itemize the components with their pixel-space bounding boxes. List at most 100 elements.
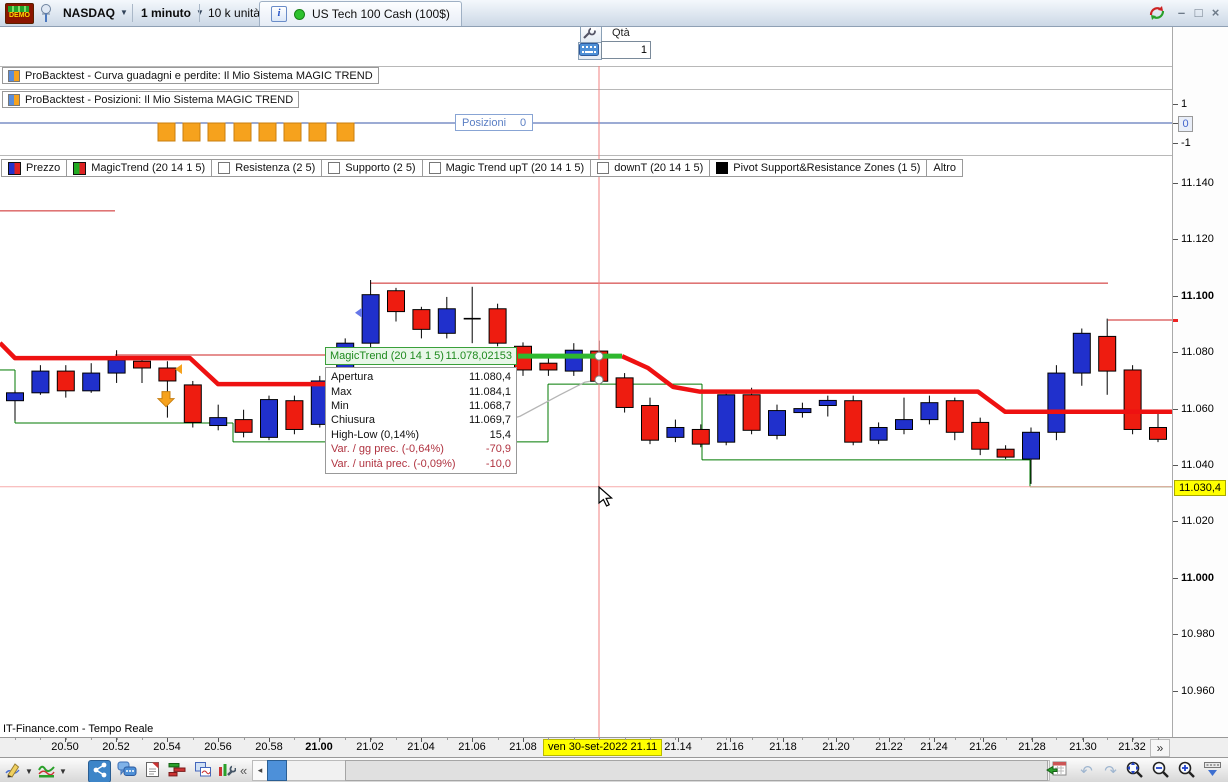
legend-color-icon bbox=[716, 162, 729, 174]
legend-item-supporto-2-5-[interactable]: Supporto (2 5) bbox=[321, 159, 423, 177]
chat-icon bbox=[117, 761, 137, 781]
legend-item-label: downT (20 14 1 5) bbox=[614, 162, 704, 174]
minor-time-tick bbox=[777, 738, 778, 740]
legend-item-prezzo[interactable]: Prezzo bbox=[1, 159, 68, 177]
price-label: 11.000 bbox=[1181, 571, 1215, 584]
minor-time-tick bbox=[954, 738, 956, 740]
minor-time-tick bbox=[904, 738, 905, 740]
legend-item-resistenza-2-5-[interactable]: Resistenza (2 5) bbox=[211, 159, 323, 177]
minor-time-tick bbox=[497, 738, 499, 740]
price-label: 11.060 bbox=[1181, 402, 1214, 415]
tooltip-row-value: 11.080,4 bbox=[468, 371, 511, 384]
tooltip-row-value: 11.068,7 bbox=[468, 399, 511, 412]
tooltip-row-label: Apertura bbox=[331, 371, 374, 384]
indicators-button[interactable] bbox=[36, 760, 57, 781]
instrument-dropdown[interactable]: NASDAQ ▼ bbox=[56, 2, 135, 23]
time-label: 21.04 bbox=[407, 741, 435, 753]
divider bbox=[132, 4, 133, 22]
price-tick bbox=[1173, 239, 1178, 241]
price-label: 10.980 bbox=[1181, 628, 1215, 641]
tooltip-row-label: Max bbox=[331, 385, 352, 398]
chevron-down-icon[interactable]: ▼ bbox=[25, 767, 33, 776]
minor-time-tick bbox=[1005, 738, 1007, 740]
chat-button[interactable] bbox=[116, 760, 137, 781]
collapse-toolbar-button[interactable]: « bbox=[240, 763, 247, 778]
legend-checkbox[interactable] bbox=[597, 162, 610, 174]
tooltip-header: MagicTrend (20 14 1 5) 11.078,02153 bbox=[325, 347, 517, 365]
backtest-positions-label[interactable]: ProBacktest - Posizioni: Il Mio Sistema … bbox=[2, 91, 300, 108]
zoom-in-icon bbox=[1176, 760, 1197, 782]
news-button[interactable] bbox=[142, 760, 163, 781]
tooltip-row-label: Chiusura bbox=[331, 414, 376, 427]
pin-icon[interactable] bbox=[38, 2, 54, 24]
maximize-button[interactable]: □ bbox=[1191, 5, 1206, 20]
minor-time-tick bbox=[751, 738, 753, 740]
mini-axis-tick bbox=[1173, 104, 1178, 105]
panel-divider bbox=[0, 89, 1172, 90]
market-title: US Tech 100 Cash (100$) bbox=[312, 7, 450, 21]
share-button[interactable] bbox=[88, 760, 111, 782]
demo-account-icon: DEMO bbox=[5, 3, 34, 24]
legend-checkbox[interactable] bbox=[218, 162, 231, 174]
minimize-button[interactable]: – bbox=[1174, 5, 1189, 20]
legend-item-downt-20-14-1-5-[interactable]: downT (20 14 1 5) bbox=[590, 159, 711, 177]
zoom-out-button[interactable] bbox=[1150, 760, 1171, 781]
orders-button[interactable] bbox=[166, 760, 187, 781]
time-label: 20.58 bbox=[255, 741, 283, 753]
legend-item-magictrend-20-14-1-5-[interactable]: MagicTrend (20 14 1 5) bbox=[66, 159, 213, 177]
units-label: 10 k unità bbox=[208, 5, 261, 20]
draw-icon bbox=[4, 761, 22, 781]
scroll-right-button[interactable]: » bbox=[1150, 739, 1170, 757]
minor-time-tick bbox=[548, 738, 550, 740]
draw-button[interactable] bbox=[2, 760, 23, 781]
scrollbar-position-marker[interactable] bbox=[267, 760, 287, 781]
time-label: 21.28 bbox=[1018, 741, 1046, 753]
chart-scrollbar-thumb[interactable] bbox=[345, 760, 1048, 781]
chevron-down-icon[interactable]: ▼ bbox=[59, 767, 67, 776]
title-bar: DEMO NASDAQ▼ 1 minuto▼ 10 k unità▼ i US … bbox=[0, 0, 1228, 27]
time-label: 21.30 bbox=[1069, 741, 1097, 753]
legend-item-pivot-support-resistance-zones-1-5-[interactable]: Pivot Support&Resistance Zones (1 5) bbox=[709, 159, 928, 177]
positions-axis-zero: 0 bbox=[1178, 116, 1193, 132]
minor-time-tick bbox=[1158, 738, 1159, 740]
instrument-label: NASDAQ bbox=[63, 5, 116, 20]
windows-button[interactable] bbox=[192, 760, 213, 781]
chart-workspace bbox=[0, 26, 1228, 757]
close-button[interactable]: × bbox=[1208, 5, 1223, 20]
legend-item-altro[interactable]: Altro bbox=[926, 159, 964, 177]
watermark: IT-Finance.com - Tempo Reale bbox=[3, 723, 154, 735]
time-axis[interactable]: ven 30-set-2022 21.11 » 20.50 20.52 20.54 2… bbox=[0, 737, 1228, 758]
redo-button[interactable]: ↷ bbox=[1100, 760, 1121, 781]
legend-item-label: Prezzo bbox=[26, 162, 61, 174]
refresh-icon[interactable] bbox=[1147, 3, 1167, 26]
qty-input[interactable] bbox=[601, 41, 651, 59]
info-icon[interactable]: i bbox=[271, 6, 287, 22]
price-tick bbox=[1173, 183, 1178, 184]
market-tab[interactable]: i US Tech 100 Cash (100$) bbox=[259, 1, 462, 26]
time-label: 21.00 bbox=[305, 741, 333, 753]
backtest-equity-label[interactable]: ProBacktest - Curva guadagni e perdite: … bbox=[2, 67, 379, 84]
chart-settings-button[interactable] bbox=[216, 760, 237, 781]
scroll-left-arrow[interactable]: ◂ bbox=[252, 760, 268, 781]
price-axis[interactable]: 1 0 -1 11.140 11.120 11.100 11.080 11.060 11.040… bbox=[1172, 26, 1228, 737]
time-label: 20.56 bbox=[204, 741, 232, 753]
undo-button[interactable]: ↶ bbox=[1076, 760, 1097, 781]
goto-date-button[interactable] bbox=[1045, 760, 1068, 781]
tooltip-row-value: 11.069,7 bbox=[468, 414, 511, 427]
goto-date-icon bbox=[1045, 760, 1068, 781]
legend-color-icon bbox=[8, 161, 21, 175]
price-tick bbox=[1173, 521, 1178, 523]
minor-time-tick bbox=[827, 738, 829, 740]
price-label: 11.120 bbox=[1181, 233, 1214, 246]
keyboard-order-button[interactable] bbox=[578, 42, 602, 60]
price-tick bbox=[1173, 408, 1178, 410]
zoom-in-button[interactable] bbox=[1176, 760, 1197, 781]
zoom-area-button[interactable] bbox=[1124, 760, 1145, 781]
legend-checkbox[interactable] bbox=[428, 162, 441, 174]
positions-tag[interactable]: Posizioni 0 bbox=[455, 114, 534, 131]
order-settings-button[interactable] bbox=[580, 26, 602, 43]
panel-collapse-button[interactable] bbox=[1202, 760, 1223, 781]
legend-checkbox[interactable] bbox=[328, 162, 341, 174]
tooltip-row: Chiusura 11.069,7 bbox=[326, 413, 516, 427]
legend-item-magic-trend-upt-20-14-1-5-[interactable]: Magic Trend upT (20 14 1 5) bbox=[421, 159, 592, 177]
